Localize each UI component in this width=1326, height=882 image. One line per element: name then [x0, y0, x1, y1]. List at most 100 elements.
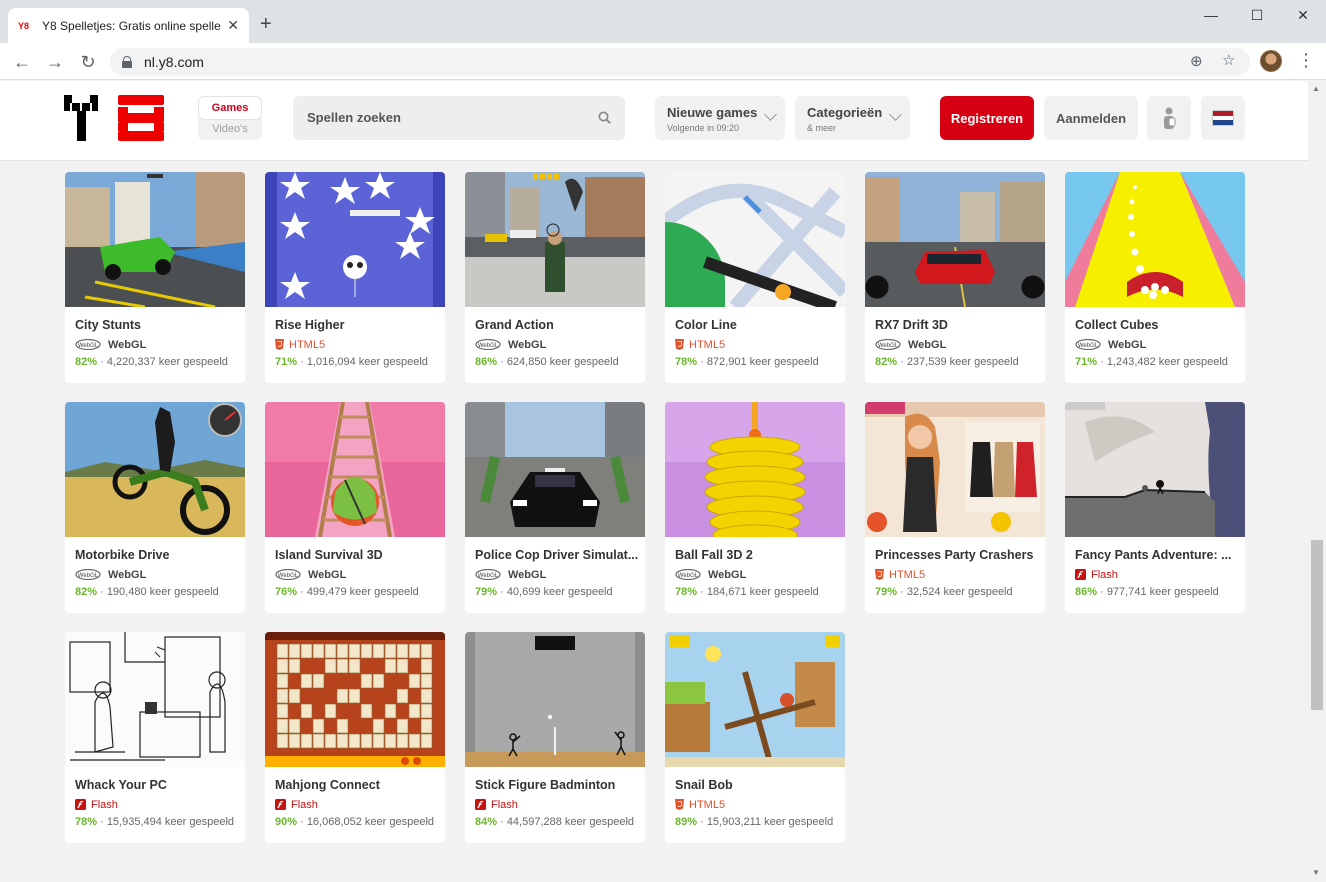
game-thumbnail-mahjong-connect[interactable] [265, 632, 445, 767]
forward-icon[interactable]: → [43, 50, 67, 74]
game-card[interactable]: Snail Bob HTML5 89% · 15,903,211 keer ge… [665, 632, 845, 843]
new-games-label: Nieuwe games [667, 105, 758, 120]
game-thumbnail-stick-figure-badminton[interactable] [465, 632, 645, 767]
game-card[interactable]: Princesses Party Crashers HTML5 79% · 32… [865, 402, 1045, 613]
add-bookmark-icon[interactable]: ⊕ [1190, 52, 1203, 70]
game-thumbnail-island-survival-3d[interactable] [265, 402, 445, 537]
y8-logo[interactable] [64, 95, 166, 141]
game-title[interactable]: City Stunts [75, 318, 240, 332]
game-card[interactable]: Ball Fall 3D 2 WebGL WebGL 78% · 184,671… [665, 402, 845, 613]
game-thumbnail-ball-fall-3d-2[interactable] [665, 402, 845, 537]
game-thumbnail-princesses-party-crashers[interactable] [865, 402, 1045, 537]
scrollbar-thumb[interactable] [1311, 540, 1323, 710]
game-card[interactable]: Color Line HTML5 78% · 872,901 keer gesp… [665, 172, 845, 383]
game-thumbnail-rx7-drift-3d[interactable] [865, 172, 1045, 307]
game-card[interactable]: Rise Higher HTML5 71% · 1,016,094 keer g… [265, 172, 445, 383]
netherlands-flag-icon [1212, 110, 1234, 126]
game-thumbnail-whack-your-pc[interactable] [65, 632, 245, 767]
profile-avatar[interactable] [1260, 50, 1282, 72]
game-title[interactable]: Color Line [675, 318, 840, 332]
tech-badge: HTML5 [675, 338, 725, 351]
game-stats: 71% · 1,016,094 keer gespeeld [275, 356, 428, 368]
star-icon[interactable]: ☆ [1222, 51, 1235, 69]
play-count: 977,741 keer gespeeld [1106, 586, 1219, 598]
game-card[interactable]: Fancy Pants Adventure: ... Flash 86% · 9… [1065, 402, 1245, 613]
tab-close-icon[interactable]: ✕ [227, 17, 239, 34]
tab-title: Y8 Spelletjes: Gratis online spelle [42, 18, 221, 33]
game-thumbnail-rise-higher[interactable] [265, 172, 445, 307]
new-tab-icon[interactable]: + [260, 14, 272, 34]
back-icon[interactable]: ← [10, 50, 34, 74]
game-card[interactable]: RX7 Drift 3D WebGL WebGL 82% · 237,539 k… [865, 172, 1045, 383]
browser-menu-icon[interactable]: ⋮ [1297, 50, 1315, 71]
webgl-icon: WebGL [75, 569, 101, 580]
maximize-icon[interactable]: ☐ [1234, 0, 1280, 30]
game-title[interactable]: Police Cop Driver Simulat... [475, 548, 640, 562]
register-button[interactable]: Registreren [940, 96, 1034, 140]
game-title[interactable]: Fancy Pants Adventure: ... [1075, 548, 1240, 562]
game-title[interactable]: Mahjong Connect [275, 778, 440, 792]
game-thumbnail-grand-action[interactable] [465, 172, 645, 307]
tech-label: HTML5 [689, 338, 726, 351]
game-title[interactable]: Island Survival 3D [275, 548, 440, 562]
rating: 82% [75, 356, 98, 368]
game-title[interactable]: Whack Your PC [75, 778, 240, 792]
rating: 82% [75, 586, 98, 598]
address-bar[interactable]: nl.y8.com ⊕ ☆ [110, 48, 1250, 76]
tech-badge: WebGL WebGL [275, 568, 346, 581]
site-header: Games Video's Spellen zoeken Nieuwe game… [0, 81, 1308, 161]
scroll-up-icon[interactable]: ▲ [1312, 84, 1320, 93]
webgl-icon: WebGL [75, 339, 101, 350]
game-title[interactable]: Stick Figure Badminton [475, 778, 640, 792]
page-scrollbar[interactable] [1308, 81, 1326, 882]
game-title[interactable]: RX7 Drift 3D [875, 318, 1040, 332]
new-games-dropdown[interactable]: Nieuwe games Volgende in 09:20 [655, 96, 785, 140]
categories-dropdown[interactable]: Categorieën & meer [795, 96, 910, 140]
play-count: 44,597,288 keer gespeeld [506, 816, 635, 828]
browser-tabstrip: Y8 Y8 Spelletjes: Gratis online spelle ✕… [0, 0, 1326, 43]
game-card[interactable]: Grand Action WebGL WebGL 86% · 624,850 k… [465, 172, 645, 383]
user-account-button[interactable] [1147, 96, 1191, 140]
game-title[interactable]: Snail Bob [675, 778, 840, 792]
game-thumbnail-snail-bob[interactable] [665, 632, 845, 767]
game-thumbnail-city-stunts[interactable] [65, 172, 245, 307]
game-title[interactable]: Grand Action [475, 318, 640, 332]
game-title[interactable]: Rise Higher [275, 318, 440, 332]
login-button[interactable]: Aanmelden [1044, 96, 1138, 140]
game-stats: 76% · 499,479 keer gespeeld [275, 586, 419, 598]
search-input[interactable]: Spellen zoeken [293, 96, 625, 140]
tab-videos[interactable]: Video's [198, 120, 262, 138]
tab-games[interactable]: Games [199, 97, 261, 119]
html5-icon [875, 569, 884, 580]
content-type-toggle: Games Video's [198, 96, 262, 140]
webgl-icon: WebGL [275, 569, 301, 580]
game-thumbnail-collect-cubes[interactable] [1065, 172, 1245, 307]
play-count: 1,016,094 keer gespeeld [306, 356, 428, 368]
game-card[interactable]: Stick Figure Badminton Flash 84% · 44,59… [465, 632, 645, 843]
game-card[interactable]: Police Cop Driver Simulat... WebGL WebGL… [465, 402, 645, 613]
rating: 78% [75, 816, 98, 828]
game-card[interactable]: Mahjong Connect Flash 90% · 16,068,052 k… [265, 632, 445, 843]
game-thumbnail-fancy-pants-adventure[interactable] [1065, 402, 1245, 537]
minimize-icon[interactable]: — [1188, 0, 1234, 30]
game-card[interactable]: Whack Your PC Flash 78% · 15,935,494 kee… [65, 632, 245, 843]
game-title[interactable]: Collect Cubes [1075, 318, 1240, 332]
game-title[interactable]: Ball Fall 3D 2 [675, 548, 840, 562]
search-icon[interactable] [598, 111, 611, 124]
game-card[interactable]: Island Survival 3D WebGL WebGL 76% · 499… [265, 402, 445, 613]
reload-icon[interactable]: ↻ [76, 50, 100, 74]
window-close-icon[interactable]: ✕ [1280, 0, 1326, 30]
game-title[interactable]: Motorbike Drive [75, 548, 240, 562]
game-thumbnail-police-cop-driver[interactable] [465, 402, 645, 537]
game-stats: 78% · 15,935,494 keer gespeeld [75, 816, 235, 828]
game-card[interactable]: Motorbike Drive WebGL WebGL 82% · 190,48… [65, 402, 245, 613]
game-thumbnail-color-line[interactable] [665, 172, 845, 307]
game-title[interactable]: Princesses Party Crashers [875, 548, 1040, 562]
language-button[interactable] [1201, 96, 1245, 140]
game-card[interactable]: Collect Cubes WebGL WebGL 71% · 1,243,48… [1065, 172, 1245, 383]
game-thumbnail-motorbike-drive[interactable] [65, 402, 245, 537]
scroll-down-icon[interactable]: ▼ [1312, 868, 1320, 877]
game-card[interactable]: City Stunts WebGL WebGL 82% · 4,220,337 … [65, 172, 245, 383]
search-placeholder: Spellen zoeken [307, 110, 401, 125]
browser-tab[interactable]: Y8 Y8 Spelletjes: Gratis online spelle ✕ [8, 8, 249, 43]
